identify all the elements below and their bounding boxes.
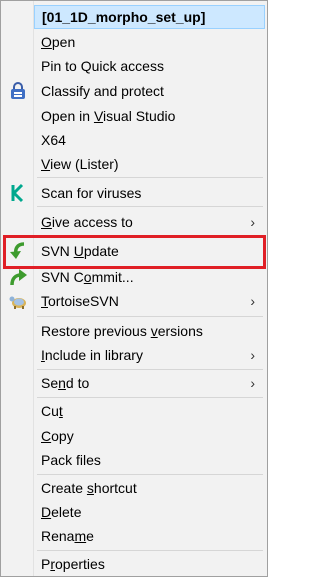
svn-commit-arrow-icon [8,267,28,287]
menu-item-label: Include in library [41,347,143,363]
menu-item-label: Send to [41,375,90,391]
menu-item-label: Give access to [41,214,133,230]
menu-item-copy[interactable]: Copy [3,424,265,448]
menu-item-label: Rename [41,528,94,544]
menu-item-rename[interactable]: Rename [3,524,265,548]
menu-item-scan-viruses[interactable]: Scan for viruses [3,181,265,205]
menu-item-send-to[interactable]: Send to › [3,371,265,395]
kaspersky-k-icon [8,183,28,203]
submenu-arrow-icon: › [250,375,255,391]
menu-separator [37,369,263,370]
menu-item-label: Open in Visual Studio [41,108,176,124]
menu-item-label: Restore previous versions [41,323,203,339]
lock-shield-icon [8,81,28,101]
menu-item-label: Cut [41,403,63,419]
menu-item-x64[interactable]: X64 [3,128,265,152]
submenu-arrow-icon: › [250,293,255,309]
menu-item-tortoisesvn[interactable]: TortoiseSVN › [3,289,265,313]
svn-update-highlight-box [3,235,266,269]
menu-item-cut[interactable]: Cut [3,399,265,423]
menu-item-label: Delete [41,504,82,520]
menu-item-give-access[interactable]: Give access to › [3,210,265,234]
submenu-arrow-icon: › [250,347,255,363]
menu-item-view-lister[interactable]: View (Lister) [3,152,265,176]
menu-item-pack-files[interactable]: Pack files [3,448,265,472]
menu-title-label: [01_1D_morpho_set_up] [42,9,206,25]
menu-item-classify-protect[interactable]: Classify and protect [3,79,265,103]
menu-item-open-visual-studio[interactable]: Open in Visual Studio [3,104,265,128]
menu-separator [37,397,263,398]
menu-item-label: Pin to Quick access [41,58,164,74]
menu-item-label: Classify and protect [41,83,164,99]
menu-item-delete[interactable]: Delete [3,500,265,524]
menu-title-item[interactable]: [01_1D_morpho_set_up] [34,5,265,29]
tortoisesvn-icon [8,291,28,311]
menu-separator [37,316,263,317]
menu-separator [37,206,263,207]
menu-item-label: View (Lister) [41,156,119,172]
menu-item-pin-quick-access[interactable]: Pin to Quick access [3,54,265,78]
menu-item-open[interactable]: Open [3,30,265,54]
menu-item-label: Create shortcut [41,480,137,496]
menu-item-label: SVN Commit... [41,269,134,285]
menu-separator [37,177,263,178]
submenu-arrow-icon: › [250,214,255,230]
menu-item-properties[interactable]: Properties [3,552,265,576]
menu-item-label: Scan for viruses [41,185,142,201]
menu-item-label: Open [41,34,76,50]
menu-item-label: X64 [41,132,66,148]
menu-item-label: TortoiseSVN [41,293,119,309]
menu-item-label: Copy [41,428,74,444]
menu-item-label: Pack files [41,452,101,468]
menu-item-include-library[interactable]: Include in library › [3,343,265,367]
menu-item-restore-previous-versions[interactable]: Restore previous versions [3,319,265,343]
menu-item-create-shortcut[interactable]: Create shortcut [3,476,265,500]
menu-item-label: Properties [41,556,105,572]
menu-separator [37,474,263,475]
menu-separator [37,550,263,551]
context-menu: [01_1D_morpho_set_up] Open Pin to Quick … [0,0,268,577]
